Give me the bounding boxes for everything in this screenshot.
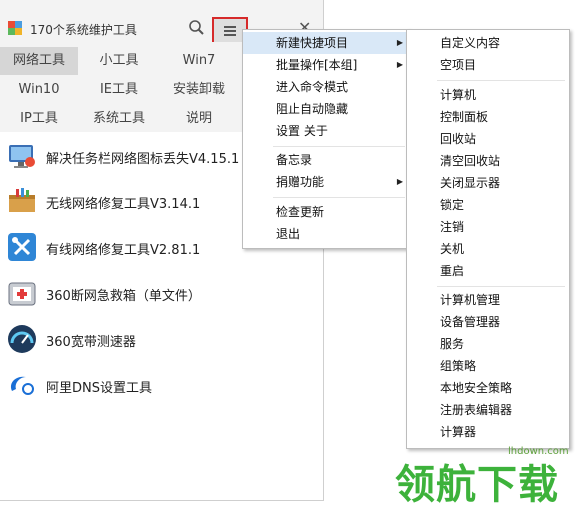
ali-logo-icon xyxy=(6,369,38,401)
submenu-arrow-icon: ▶ xyxy=(396,38,403,47)
network-monitor-icon xyxy=(6,140,38,172)
menu-item-label: 退出 xyxy=(276,227,301,241)
submenu: 自定义内容 空项目 计算机 控制面板 回收站 清空回收站 关闭显示器 锁定 注销… xyxy=(406,29,570,449)
submenu-item[interactable]: 控制面板 xyxy=(407,106,569,128)
tab-win10[interactable]: Win10 xyxy=(0,76,78,104)
submenu-item[interactable]: 组策略 xyxy=(407,355,569,377)
tool-item[interactable]: 360断网急救箱（单文件） xyxy=(6,277,306,311)
app-logo-icon xyxy=(8,21,22,35)
submenu-item[interactable]: 重启 xyxy=(407,260,569,282)
submenu-item[interactable]: 本地安全策略 xyxy=(407,377,569,399)
tab-network-tools[interactable]: 网络工具 xyxy=(0,47,78,75)
tool-label: 有线网络修复工具V2.81.1 xyxy=(46,243,201,258)
menu-item-prevent-autohide[interactable]: 阻止自动隐藏 xyxy=(243,98,409,120)
submenu-item[interactable]: 关闭显示器 xyxy=(407,172,569,194)
tab-about[interactable]: 说明 xyxy=(160,105,238,133)
tab-system-tools[interactable]: 系统工具 xyxy=(80,105,158,133)
tool-label: 360宽带测速器 xyxy=(46,335,136,350)
menu-item-memo[interactable]: 备忘录 xyxy=(243,149,409,171)
menu-separator xyxy=(273,146,405,147)
submenu-item[interactable]: 清空回收站 xyxy=(407,150,569,172)
menu-item-label: 捐赠功能 xyxy=(276,175,325,189)
menu-separator xyxy=(437,286,565,287)
context-menu: 新建快捷项目 ▶ 批量操作[本组] ▶ 进入命令模式 阻止自动隐藏 设置 关于 … xyxy=(242,29,410,249)
tool-item[interactable]: 阿里DNS设置工具 xyxy=(6,369,306,403)
menu-item-batch[interactable]: 批量操作[本组] ▶ xyxy=(243,54,409,76)
submenu-item[interactable]: 空项目 xyxy=(407,54,569,76)
menu-item-label: 批量操作[本组] xyxy=(276,58,358,72)
submenu-item[interactable]: 计算器 xyxy=(407,421,569,443)
tab-ip-tools[interactable]: IP工具 xyxy=(0,105,78,133)
speedometer-icon xyxy=(6,323,38,355)
tool-label: 解决任务栏网络图标丢失V4.15.1 xyxy=(46,152,240,167)
menu-item-label: 检查更新 xyxy=(276,205,325,219)
menu-item-label: 新建快捷项目 xyxy=(276,36,349,50)
menu-item-new-shortcut[interactable]: 新建快捷项目 ▶ xyxy=(243,32,409,54)
hamburger-icon xyxy=(224,26,236,38)
tools-icon xyxy=(6,231,38,263)
tab-ie-tools[interactable]: IE工具 xyxy=(80,76,158,104)
menu-item-label: 设置 关于 xyxy=(276,124,328,138)
submenu-item[interactable]: 自定义内容 xyxy=(407,32,569,54)
menu-item-settings[interactable]: 设置 关于 xyxy=(243,120,409,142)
submenu-item[interactable]: 计算机管理 xyxy=(407,289,569,311)
submenu-item[interactable]: 锁定 xyxy=(407,194,569,216)
search-icon[interactable] xyxy=(188,19,206,37)
submenu-item[interactable]: 关机 xyxy=(407,238,569,260)
tab-install-uninstall[interactable]: 安装卸载 xyxy=(160,76,238,104)
menu-separator xyxy=(437,80,565,81)
tool-label: 阿里DNS设置工具 xyxy=(46,381,152,396)
menu-item-label: 阻止自动隐藏 xyxy=(276,102,349,116)
submenu-item[interactable]: 设备管理器 xyxy=(407,311,569,333)
tool-label: 无线网络修复工具V3.14.1 xyxy=(46,197,201,212)
submenu-item[interactable]: 回收站 xyxy=(407,128,569,150)
menu-item-label: 备忘录 xyxy=(276,153,313,167)
toolbox-icon xyxy=(6,185,38,217)
tab-small-tools[interactable]: 小工具 xyxy=(80,47,158,75)
tool-label: 360断网急救箱（单文件） xyxy=(46,289,201,304)
menu-separator xyxy=(273,197,405,198)
menu-item-donate[interactable]: 捐赠功能 ▶ xyxy=(243,171,409,193)
menu-item-check-update[interactable]: 检查更新 xyxy=(243,201,409,223)
submenu-item[interactable]: 计算机 xyxy=(407,84,569,106)
tool-item[interactable]: 360宽带测速器 xyxy=(6,323,306,357)
submenu-item[interactable]: 注销 xyxy=(407,216,569,238)
first-aid-icon xyxy=(6,277,38,309)
app-title: 170个系统维护工具 xyxy=(30,23,137,37)
submenu-arrow-icon: ▶ xyxy=(396,177,403,186)
submenu-item[interactable]: 注册表编辑器 xyxy=(407,399,569,421)
watermark-logo: 领航下载 xyxy=(395,462,559,508)
submenu-item[interactable]: 服务 xyxy=(407,333,569,355)
tab-win7[interactable]: Win7 xyxy=(160,47,238,75)
submenu-arrow-icon: ▶ xyxy=(396,60,403,69)
menu-item-exit[interactable]: 退出 xyxy=(243,223,409,245)
menu-item-label: 进入命令模式 xyxy=(276,80,349,94)
menu-item-command-mode[interactable]: 进入命令模式 xyxy=(243,76,409,98)
